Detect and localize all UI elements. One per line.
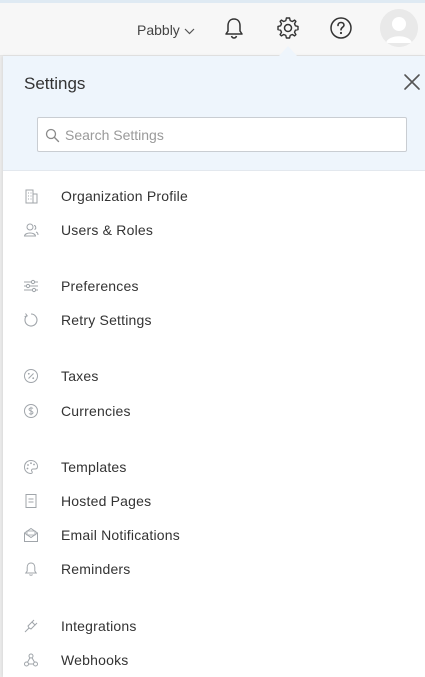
settings-item-label: Hosted Pages bbox=[61, 493, 152, 509]
percent-icon bbox=[24, 369, 38, 383]
settings-item-hosted-pages[interactable]: Hosted Pages bbox=[3, 486, 425, 516]
search-input[interactable] bbox=[38, 118, 406, 151]
dollar-icon bbox=[24, 404, 38, 418]
webhook-icon bbox=[24, 653, 38, 667]
settings-item-label: Integrations bbox=[61, 618, 137, 634]
settings-item-preferences[interactable]: Preferences bbox=[3, 271, 425, 301]
chevron-down-icon bbox=[184, 28, 195, 34]
settings-item-label: Reminders bbox=[61, 561, 131, 577]
settings-title: Settings bbox=[24, 74, 86, 93]
org-switcher[interactable]: Pabbly bbox=[137, 20, 195, 40]
plug-icon bbox=[24, 619, 38, 633]
settings-item-label: Webhooks bbox=[61, 652, 129, 668]
gear-icon[interactable] bbox=[275, 15, 301, 41]
user-avatar-icon bbox=[380, 9, 418, 47]
settings-item-label: Templates bbox=[61, 459, 127, 475]
settings-item-taxes[interactable]: Taxes bbox=[3, 361, 425, 391]
settings-panel-header: Settings bbox=[3, 56, 425, 171]
search-icon bbox=[45, 128, 60, 143]
users-icon bbox=[23, 223, 39, 237]
settings-item-label: Taxes bbox=[61, 368, 99, 384]
bell-icon[interactable] bbox=[221, 15, 247, 41]
page-icon bbox=[25, 494, 37, 508]
settings-item-label: Organization Profile bbox=[61, 188, 188, 204]
settings-item-label: Preferences bbox=[61, 278, 139, 294]
settings-item-email-notifications[interactable]: Email Notifications bbox=[3, 520, 425, 550]
top-bar: Pabbly bbox=[0, 3, 425, 56]
org-name: Pabbly bbox=[137, 22, 180, 38]
settings-search-box bbox=[37, 117, 407, 152]
retry-icon bbox=[24, 313, 38, 327]
settings-item-retry-settings[interactable]: Retry Settings bbox=[3, 305, 425, 335]
close-icon[interactable] bbox=[402, 72, 422, 92]
settings-item-webhooks[interactable]: Webhooks bbox=[3, 645, 425, 675]
settings-item-label: Users & Roles bbox=[61, 222, 154, 238]
settings-item-organization-profile[interactable]: Organization Profile bbox=[3, 181, 425, 211]
settings-item-reminders[interactable]: Reminders bbox=[3, 554, 425, 584]
building-icon bbox=[25, 189, 38, 204]
settings-item-integrations[interactable]: Integrations bbox=[3, 611, 425, 641]
palette-icon bbox=[23, 459, 39, 475]
settings-item-label: Retry Settings bbox=[61, 312, 152, 328]
bell-icon bbox=[24, 562, 38, 576]
settings-panel: Settings Organization Profile Users & Ro… bbox=[3, 56, 425, 677]
avatar[interactable] bbox=[380, 9, 418, 47]
email-icon bbox=[24, 527, 38, 542]
settings-item-label: Currencies bbox=[61, 403, 131, 419]
settings-item-users-roles[interactable]: Users & Roles bbox=[3, 215, 425, 245]
help-icon[interactable] bbox=[328, 15, 354, 41]
settings-item-label: Email Notifications bbox=[61, 527, 180, 543]
settings-item-currencies[interactable]: Currencies bbox=[3, 396, 425, 426]
sliders-icon bbox=[24, 279, 38, 293]
popover-caret bbox=[279, 46, 297, 56]
settings-item-templates[interactable]: Templates bbox=[3, 452, 425, 482]
